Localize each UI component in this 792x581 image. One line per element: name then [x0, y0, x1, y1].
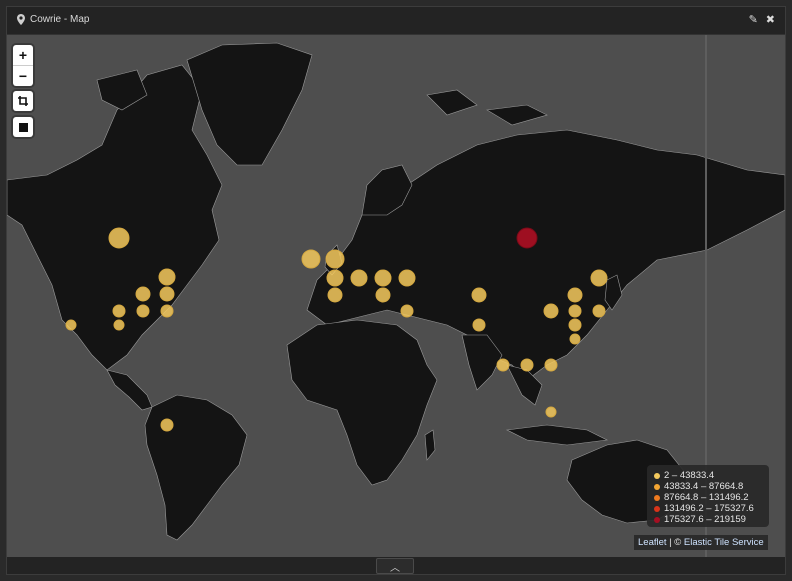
map-marker[interactable] [544, 358, 558, 372]
map-marker[interactable] [327, 287, 343, 303]
square-icon [18, 122, 28, 132]
legend-swatch [654, 483, 660, 490]
legend-item: 175327.6 – 219159 [654, 514, 769, 525]
map-marker[interactable] [568, 318, 582, 332]
map-marker[interactable] [400, 304, 414, 318]
legend-item: 2 – 43833.4 [654, 470, 769, 481]
map-marker[interactable] [375, 287, 391, 303]
pencil-icon[interactable]: ✎ [749, 14, 758, 26]
legend-swatch [654, 505, 660, 512]
collapse-button[interactable]: ︿ [376, 558, 414, 574]
map-canvas[interactable]: + − 2 – 43833.4 43833.4 – 87664.8 87664.8 … [7, 35, 785, 557]
legend-label: 43833.4 – 87664.8 [664, 481, 744, 492]
crop-button[interactable] [13, 91, 33, 111]
stop-button[interactable] [13, 117, 33, 137]
map-legend: 2 – 43833.4 43833.4 – 87664.8 87664.8 – 13… [647, 465, 769, 527]
legend-item: 43833.4 – 87664.8 [654, 481, 769, 492]
landmass-madagascar [424, 429, 436, 461]
map-marker[interactable] [160, 304, 174, 318]
map-marker[interactable] [496, 358, 510, 372]
map-attribution: Leaflet | © Elastic Tile Service [634, 535, 768, 550]
stop-control [13, 117, 33, 137]
map-marker[interactable] [160, 418, 174, 432]
legend-label: 2 – 43833.4 [664, 470, 715, 481]
panel-header: Cowrie - Map ✎ ✖ [7, 7, 785, 35]
crop-icon [17, 95, 28, 106]
attribution-separator: | © [666, 537, 684, 548]
map-marker[interactable] [112, 304, 126, 318]
map-panel: Cowrie - Map ✎ ✖ + − 2 – 43833.4 43833.4… [6, 6, 786, 575]
zoom-in-button[interactable]: + [13, 45, 33, 65]
landmass-greenland [186, 42, 313, 166]
map-marker[interactable] [159, 286, 175, 302]
panel-footer: ︿ [7, 557, 785, 574]
map-marker[interactable] [135, 286, 151, 302]
map-marker[interactable] [108, 227, 130, 249]
map-pin-icon [17, 14, 25, 25]
landmass-indonesia [505, 424, 609, 446]
map-marker[interactable] [325, 249, 345, 269]
map-marker[interactable] [516, 227, 538, 249]
map-marker[interactable] [590, 269, 608, 287]
panel-title-text: Cowrie - Map [30, 14, 90, 25]
elastic-tile-service-link[interactable]: Elastic Tile Service [684, 537, 764, 548]
map-marker[interactable] [567, 287, 583, 303]
map-marker[interactable] [471, 287, 487, 303]
zoom-control: + − [13, 45, 33, 86]
legend-swatch [654, 472, 660, 479]
map-marker[interactable] [158, 268, 176, 286]
legend-item: 87664.8 – 131496.2 [654, 492, 769, 503]
map-marker[interactable] [350, 269, 368, 287]
map-marker[interactable] [326, 269, 344, 287]
landmass-africa [286, 319, 438, 486]
legend-label: 175327.6 – 219159 [664, 514, 746, 525]
zoom-out-button[interactable]: − [13, 65, 33, 86]
map-marker[interactable] [592, 304, 606, 318]
map-marker[interactable] [301, 249, 321, 269]
legend-swatch [654, 516, 660, 523]
map-marker[interactable] [568, 304, 582, 318]
map-marker[interactable] [398, 269, 416, 287]
leaflet-link[interactable]: Leaflet [638, 537, 667, 548]
landmass-south-america [144, 394, 248, 541]
panel-title: Cowrie - Map [17, 14, 89, 25]
crop-control [13, 91, 33, 111]
map-marker[interactable] [65, 319, 77, 331]
map-marker[interactable] [569, 333, 581, 345]
landmass-central-america [106, 369, 153, 411]
legend-item: 131496.2 – 175327.6 [654, 503, 769, 514]
map-marker[interactable] [472, 318, 486, 332]
map-marker[interactable] [374, 269, 392, 287]
chevron-up-icon: ︿ [390, 562, 400, 574]
map-marker[interactable] [113, 319, 125, 331]
map-marker[interactable] [545, 406, 557, 418]
close-icon[interactable]: ✖ [766, 14, 775, 26]
legend-label: 131496.2 – 175327.6 [664, 503, 754, 514]
legend-label: 87664.8 – 131496.2 [664, 492, 749, 503]
map-marker[interactable] [136, 304, 150, 318]
legend-swatch [654, 494, 660, 501]
map-marker[interactable] [543, 303, 559, 319]
map-marker[interactable] [520, 358, 534, 372]
